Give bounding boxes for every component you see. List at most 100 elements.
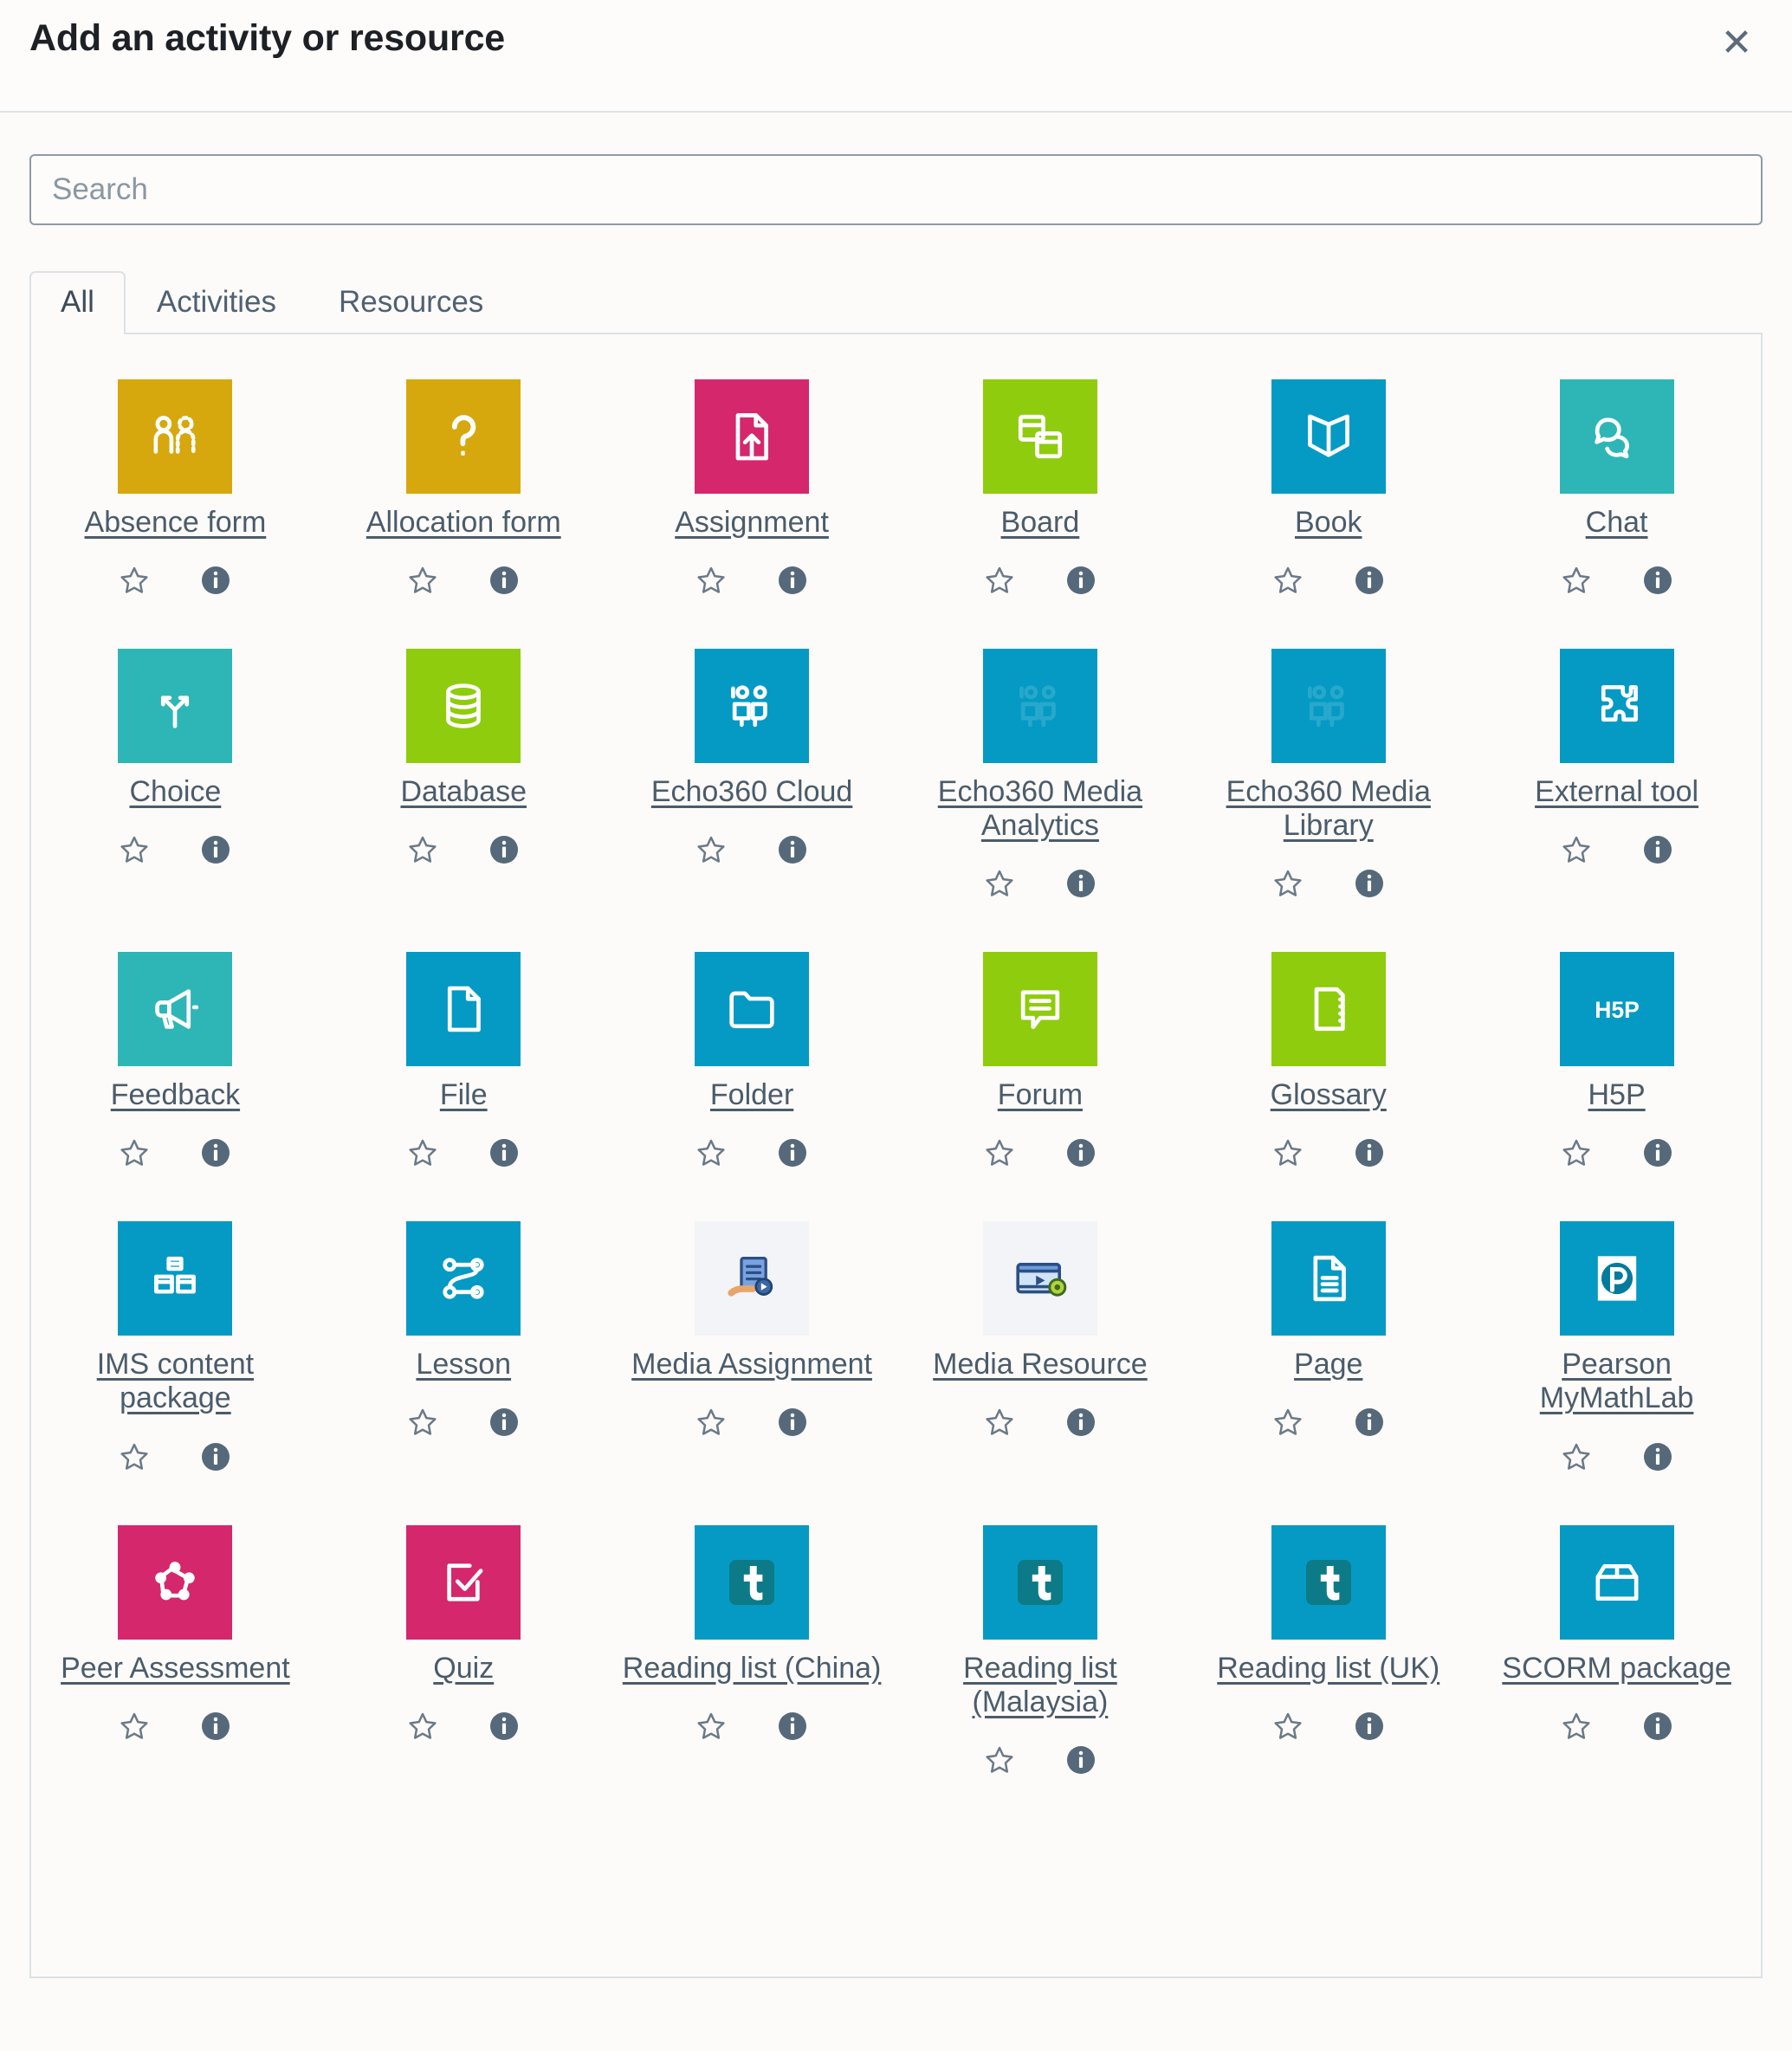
activity-label[interactable]: Folder bbox=[710, 1078, 793, 1112]
star-outline-icon[interactable] bbox=[114, 830, 154, 870]
activity-label[interactable]: H5P bbox=[1588, 1078, 1646, 1112]
activity-cell[interactable]: Lesson bbox=[320, 1202, 608, 1491]
info-circle-icon[interactable] bbox=[1061, 1133, 1101, 1173]
activity-label[interactable]: SCORM package bbox=[1502, 1652, 1731, 1685]
activity-cell[interactable]: Database bbox=[320, 630, 608, 919]
activity-label[interactable]: Echo360 Media Analytics bbox=[910, 775, 1170, 843]
star-outline-icon[interactable] bbox=[114, 1706, 154, 1746]
star-outline-icon[interactable] bbox=[980, 1402, 1019, 1442]
info-circle-icon[interactable] bbox=[773, 1402, 812, 1442]
activity-label[interactable]: Reading list (UK) bbox=[1217, 1652, 1439, 1685]
activity-label[interactable]: Page bbox=[1294, 1348, 1362, 1381]
info-circle-icon[interactable] bbox=[1349, 864, 1389, 903]
info-circle-icon[interactable] bbox=[484, 1706, 524, 1746]
star-outline-icon[interactable] bbox=[980, 1133, 1019, 1173]
info-circle-icon[interactable] bbox=[1349, 1706, 1389, 1746]
info-circle-icon[interactable] bbox=[196, 1437, 236, 1477]
activity-cell[interactable]: Peer Assessment bbox=[31, 1506, 320, 1795]
activity-cell[interactable]: Media Assignment bbox=[608, 1202, 896, 1491]
info-circle-icon[interactable] bbox=[484, 560, 524, 600]
activity-label[interactable]: External tool bbox=[1535, 775, 1698, 809]
info-circle-icon[interactable] bbox=[1638, 1706, 1678, 1746]
pearson-p-icon[interactable] bbox=[1559, 1221, 1674, 1336]
search-input[interactable] bbox=[29, 154, 1763, 225]
star-outline-icon[interactable] bbox=[691, 1706, 731, 1746]
activity-label[interactable]: Peer Assessment bbox=[61, 1652, 290, 1685]
info-circle-icon[interactable] bbox=[1638, 1133, 1678, 1173]
info-circle-icon[interactable] bbox=[773, 1133, 812, 1173]
star-outline-icon[interactable] bbox=[980, 864, 1019, 903]
activity-cell[interactable]: Forum bbox=[896, 933, 1185, 1188]
panels-icon[interactable] bbox=[982, 379, 1097, 494]
info-circle-icon[interactable] bbox=[196, 830, 236, 870]
star-outline-icon[interactable] bbox=[1556, 1706, 1596, 1746]
activity-cell[interactable]: Assignment bbox=[608, 360, 896, 616]
star-outline-icon[interactable] bbox=[691, 560, 731, 600]
database-icon[interactable] bbox=[406, 649, 521, 764]
activity-label[interactable]: File bbox=[440, 1078, 488, 1112]
tab-activities[interactable]: Activities bbox=[126, 271, 307, 333]
info-circle-icon[interactable] bbox=[1638, 1437, 1678, 1477]
info-circle-icon[interactable] bbox=[773, 1706, 812, 1746]
activity-label[interactable]: Quiz bbox=[433, 1652, 494, 1685]
activity-label[interactable]: Feedback bbox=[111, 1078, 240, 1112]
star-outline-icon[interactable] bbox=[403, 1706, 443, 1746]
activity-label[interactable]: IMS content package bbox=[45, 1348, 305, 1415]
star-outline-icon[interactable] bbox=[114, 560, 154, 600]
star-outline-icon[interactable] bbox=[691, 1402, 731, 1442]
star-outline-icon[interactable] bbox=[691, 830, 731, 870]
star-outline-icon[interactable] bbox=[403, 560, 443, 600]
star-outline-icon[interactable] bbox=[1268, 864, 1308, 903]
activity-label[interactable]: Absence form bbox=[85, 506, 267, 540]
notebook-icon[interactable] bbox=[1271, 952, 1386, 1067]
activity-label[interactable]: Board bbox=[1001, 506, 1080, 540]
activity-label[interactable]: Media Resource bbox=[933, 1348, 1148, 1381]
comment-lines-icon[interactable] bbox=[982, 952, 1097, 1067]
activity-cell[interactable]: Quiz bbox=[320, 1506, 608, 1795]
star-outline-icon[interactable] bbox=[403, 1133, 443, 1173]
activity-cell[interactable]: Allocation form bbox=[320, 360, 608, 616]
star-outline-icon[interactable] bbox=[1556, 830, 1596, 870]
info-circle-icon[interactable] bbox=[1061, 1740, 1101, 1780]
checkbox-pencil-icon[interactable] bbox=[406, 1524, 521, 1640]
star-outline-icon[interactable] bbox=[403, 830, 443, 870]
open-book-icon[interactable] bbox=[1271, 379, 1386, 494]
activity-label[interactable]: Media Assignment bbox=[631, 1348, 872, 1381]
page-lines-icon[interactable] bbox=[1271, 1221, 1386, 1336]
star-outline-icon[interactable] bbox=[980, 560, 1019, 600]
speech-bubbles-icon[interactable] bbox=[1559, 379, 1674, 494]
star-outline-icon[interactable] bbox=[1556, 1133, 1596, 1173]
two-people-icon[interactable] bbox=[1271, 649, 1386, 764]
activity-label[interactable]: Echo360 Media Library bbox=[1199, 775, 1459, 843]
info-circle-icon[interactable] bbox=[484, 830, 524, 870]
star-outline-icon[interactable] bbox=[114, 1133, 154, 1173]
document-icon[interactable] bbox=[406, 952, 521, 1067]
activity-label[interactable]: Allocation form bbox=[366, 506, 561, 540]
video-player-icon[interactable] bbox=[982, 1221, 1097, 1336]
network-dots-icon[interactable] bbox=[118, 1524, 233, 1640]
activity-label[interactable]: Book bbox=[1295, 506, 1362, 540]
activity-label[interactable]: Glossary bbox=[1271, 1078, 1387, 1112]
activity-label[interactable]: Reading list (Malaysia) bbox=[910, 1652, 1170, 1719]
info-circle-icon[interactable] bbox=[484, 1402, 524, 1442]
activity-cell[interactable]: Echo360 Media Analytics bbox=[896, 630, 1185, 919]
activity-label[interactable]: Echo360 Cloud bbox=[651, 775, 853, 809]
activity-cell[interactable]: Page bbox=[1184, 1202, 1472, 1491]
info-circle-icon[interactable] bbox=[1638, 560, 1678, 600]
activity-cell[interactable]: IMS content package bbox=[31, 1202, 320, 1491]
hand-document-play-icon[interactable] bbox=[695, 1221, 810, 1336]
talis-t-icon[interactable] bbox=[982, 1524, 1097, 1640]
activity-label[interactable]: Chat bbox=[1586, 506, 1648, 540]
boxes-icon[interactable] bbox=[118, 1221, 233, 1336]
folder-icon[interactable] bbox=[695, 952, 810, 1067]
megaphone-icon[interactable] bbox=[118, 952, 233, 1067]
fork-arrows-icon[interactable] bbox=[118, 649, 233, 764]
star-outline-icon[interactable] bbox=[1556, 560, 1596, 600]
activity-cell[interactable]: Book bbox=[1184, 360, 1472, 616]
activity-cell[interactable]: Board bbox=[896, 360, 1185, 616]
path-nodes-icon[interactable] bbox=[406, 1221, 521, 1336]
activity-cell[interactable]: Pearson MyMathLab bbox=[1472, 1202, 1761, 1491]
file-upload-icon[interactable] bbox=[695, 379, 810, 494]
tab-resources[interactable]: Resources bbox=[307, 271, 514, 333]
activity-cell[interactable]: Glossary bbox=[1184, 933, 1472, 1188]
